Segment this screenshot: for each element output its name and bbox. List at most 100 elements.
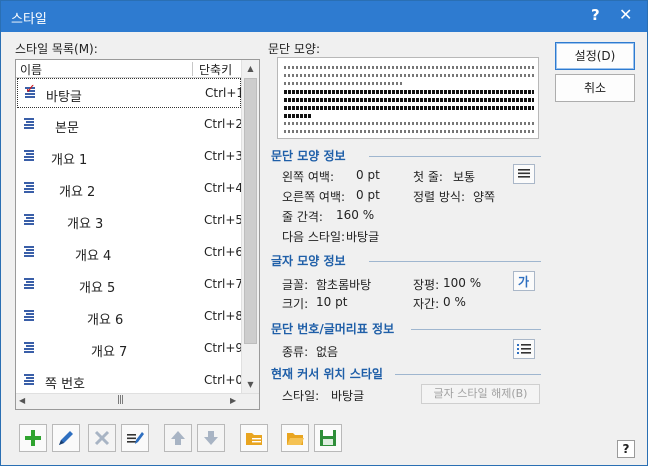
left-margin-label: 왼쪽 여백:: [282, 170, 335, 184]
style-name: 쪽 번호: [45, 377, 86, 392]
delete-style-button[interactable]: [88, 424, 116, 452]
style-row-6[interactable]: 개요 5 Ctrl+7: [17, 270, 243, 300]
align-value: 양쪽: [473, 190, 496, 204]
char-spacing-label: 자간:: [413, 297, 440, 311]
help-icon[interactable]: ?: [591, 6, 600, 24]
style-row-8[interactable]: 개요 7 Ctrl+9: [17, 334, 243, 364]
style-row-0[interactable]: 바탕글 Ctrl+1: [17, 78, 245, 108]
paragraph-style-icon: [24, 82, 36, 99]
style-row-9[interactable]: 쪽 번호 Ctrl+0: [17, 366, 244, 396]
style-shortcut: Ctrl+8: [204, 309, 244, 323]
style-shortcut: Ctrl+3: [204, 149, 244, 163]
style-name: 본문: [55, 121, 79, 136]
style-name: 개요 3: [67, 217, 104, 232]
title-bar: 스타일 ? ✕: [1, 1, 647, 32]
cursor-style-label: 스타일:: [282, 389, 320, 403]
font-label: 글꼴:: [282, 278, 309, 292]
scroll-grip-icon[interactable]: |||: [117, 395, 124, 405]
scroll-left-icon[interactable]: ◀: [19, 396, 25, 405]
style-row-2[interactable]: 개요 1 Ctrl+3: [17, 142, 244, 172]
right-margin-label: 오른쪽 여백:: [282, 190, 346, 204]
edit-style-button[interactable]: [52, 424, 80, 452]
paragraph-style-icon: [23, 246, 35, 258]
paragraph-style-icon: [23, 182, 35, 194]
paragraph-shape-icon[interactable]: [513, 164, 535, 184]
style-row-1[interactable]: 본문 Ctrl+2: [17, 110, 244, 140]
style-edit-icon: [127, 432, 144, 444]
delete-icon: [94, 430, 110, 446]
arrow-up-icon: [171, 431, 185, 445]
preview-label: 문단 모양:: [268, 42, 321, 56]
section-divider: [395, 374, 541, 375]
numbering-title: 문단 번호/글머리표 정보: [271, 322, 395, 336]
release-char-style-button[interactable]: 글자 스타일 해제(B): [421, 384, 540, 404]
dialog-title: 스타일: [11, 12, 47, 27]
style-list[interactable]: 이름 단축키 바탕글 Ctrl+1 본문 Ctrl+2 개요 1 Ctrl+3 …: [15, 59, 260, 410]
folder-open-icon: [287, 433, 304, 445]
style-shortcut: Ctrl+1: [205, 86, 245, 100]
paragraph-style-icon: [23, 150, 35, 162]
vertical-scrollbar[interactable]: ▲ ▼: [241, 60, 259, 393]
replace-style-button[interactable]: [121, 424, 149, 452]
line-spacing-value: 160 %: [336, 208, 375, 222]
style-shortcut: Ctrl+2: [204, 117, 244, 131]
bullet-list-icon[interactable]: [513, 339, 535, 359]
first-line-value: 보통: [453, 170, 476, 184]
right-margin-value: 0 pt: [356, 188, 380, 202]
style-shortcut: Ctrl+4: [204, 181, 244, 195]
style-shortcut: Ctrl+0: [204, 373, 244, 387]
ok-button[interactable]: 설정(D): [555, 42, 635, 70]
left-margin-value: 0 pt: [356, 168, 380, 182]
scroll-up-icon[interactable]: ▲: [242, 60, 259, 77]
char-shape-icon[interactable]: 가: [513, 271, 535, 291]
scroll-right-icon[interactable]: ▶: [230, 396, 236, 405]
section-divider: [411, 329, 541, 330]
style-row-5[interactable]: 개요 4 Ctrl+6: [17, 238, 243, 268]
paragraph-style-icon: [23, 118, 35, 130]
next-style-label: 다음 스타일:: [282, 230, 346, 244]
numbering-type-label: 종류:: [282, 345, 309, 359]
paragraph-style-icon: [23, 310, 35, 322]
line-spacing-label: 줄 간격:: [282, 210, 323, 224]
help-button[interactable]: ?: [617, 440, 635, 458]
char-spacing-value: 0 %: [443, 295, 466, 309]
style-list-label: 스타일 목록(M):: [15, 42, 98, 56]
style-dialog: 스타일 ? ✕ 스타일 목록(M): 이름 단축키 바탕글 Ctrl+1 본문 …: [0, 0, 648, 466]
cursor-style-value: 바탕글: [331, 389, 365, 403]
move-down-button[interactable]: [197, 424, 225, 452]
scroll-down-icon[interactable]: ▼: [242, 376, 259, 393]
open-style-button[interactable]: [281, 424, 309, 452]
char-width-value: 100 %: [443, 276, 482, 290]
section-divider: [369, 261, 541, 262]
save-style-button[interactable]: [314, 424, 342, 452]
horizontal-scrollbar[interactable]: ◀ ||| ▶: [16, 393, 259, 409]
style-list-header: 이름 단축키: [16, 60, 241, 78]
style-name: 개요 4: [75, 249, 112, 264]
char-shape-glyph: 가: [518, 275, 530, 289]
move-up-button[interactable]: [164, 424, 192, 452]
scroll-thumb[interactable]: [244, 78, 257, 344]
style-name: 개요 2: [59, 185, 96, 200]
add-style-button[interactable]: [19, 424, 47, 452]
paragraph-style-icon: [23, 342, 35, 354]
column-header-shortcut[interactable]: 단축키: [199, 61, 232, 78]
column-header-name[interactable]: 이름: [20, 61, 42, 78]
first-line-label: 첫 줄:: [413, 170, 443, 184]
arrow-down-icon: [204, 431, 218, 445]
paragraph-preview: [277, 57, 539, 139]
style-row-7[interactable]: 개요 6 Ctrl+8: [17, 302, 244, 332]
close-icon[interactable]: ✕: [619, 5, 632, 24]
save-icon: [320, 430, 336, 446]
cursor-style-title: 현재 커서 위치 스타일: [271, 367, 383, 381]
style-row-4[interactable]: 개요 3 Ctrl+5: [17, 206, 244, 236]
cancel-button[interactable]: 취소: [555, 74, 635, 102]
paragraph-style-icon: [23, 374, 35, 386]
folder-text-icon: [246, 433, 262, 445]
char-shape-title: 글자 모양 정보: [271, 254, 346, 268]
style-name: 개요 6: [87, 313, 124, 328]
style-row-3[interactable]: 개요 2 Ctrl+4: [17, 174, 244, 204]
export-style-button[interactable]: [240, 424, 268, 452]
pencil-icon: [59, 431, 73, 445]
style-shortcut: Ctrl+5: [204, 213, 244, 227]
plus-icon: [25, 430, 41, 446]
